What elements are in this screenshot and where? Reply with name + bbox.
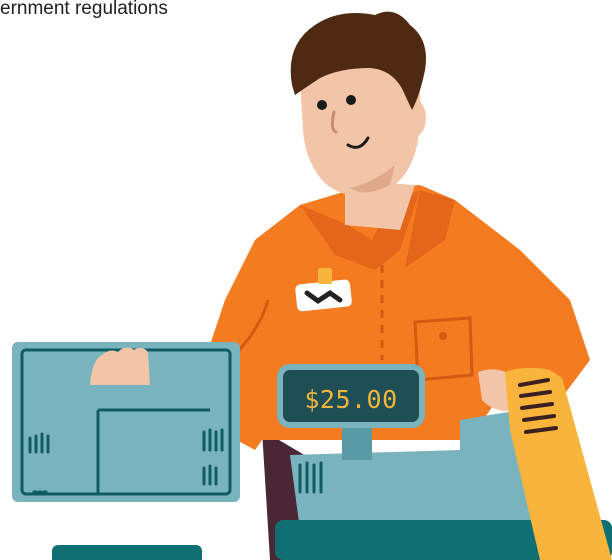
cashier-illustration: $25.00 (12, 11, 612, 560)
register-price: $25.00 (304, 385, 397, 414)
pocket-button (439, 332, 447, 340)
monitor-stand (52, 545, 202, 560)
badge-clip (318, 268, 332, 284)
right-eye (346, 95, 356, 105)
left-eye (317, 100, 327, 110)
